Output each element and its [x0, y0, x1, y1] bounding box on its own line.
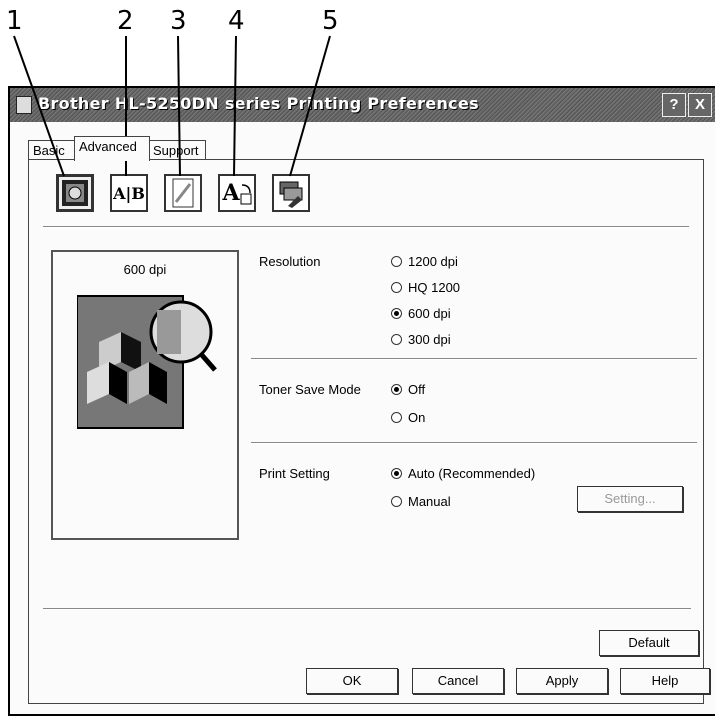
leader-line-5 — [289, 35, 331, 177]
tab-advanced[interactable]: Advanced — [74, 136, 150, 161]
leader-line-4 — [233, 35, 237, 177]
leader-line-1 — [13, 35, 65, 177]
leader-line-3 — [177, 35, 181, 177]
callout-leader-lines — [13, 35, 331, 177]
